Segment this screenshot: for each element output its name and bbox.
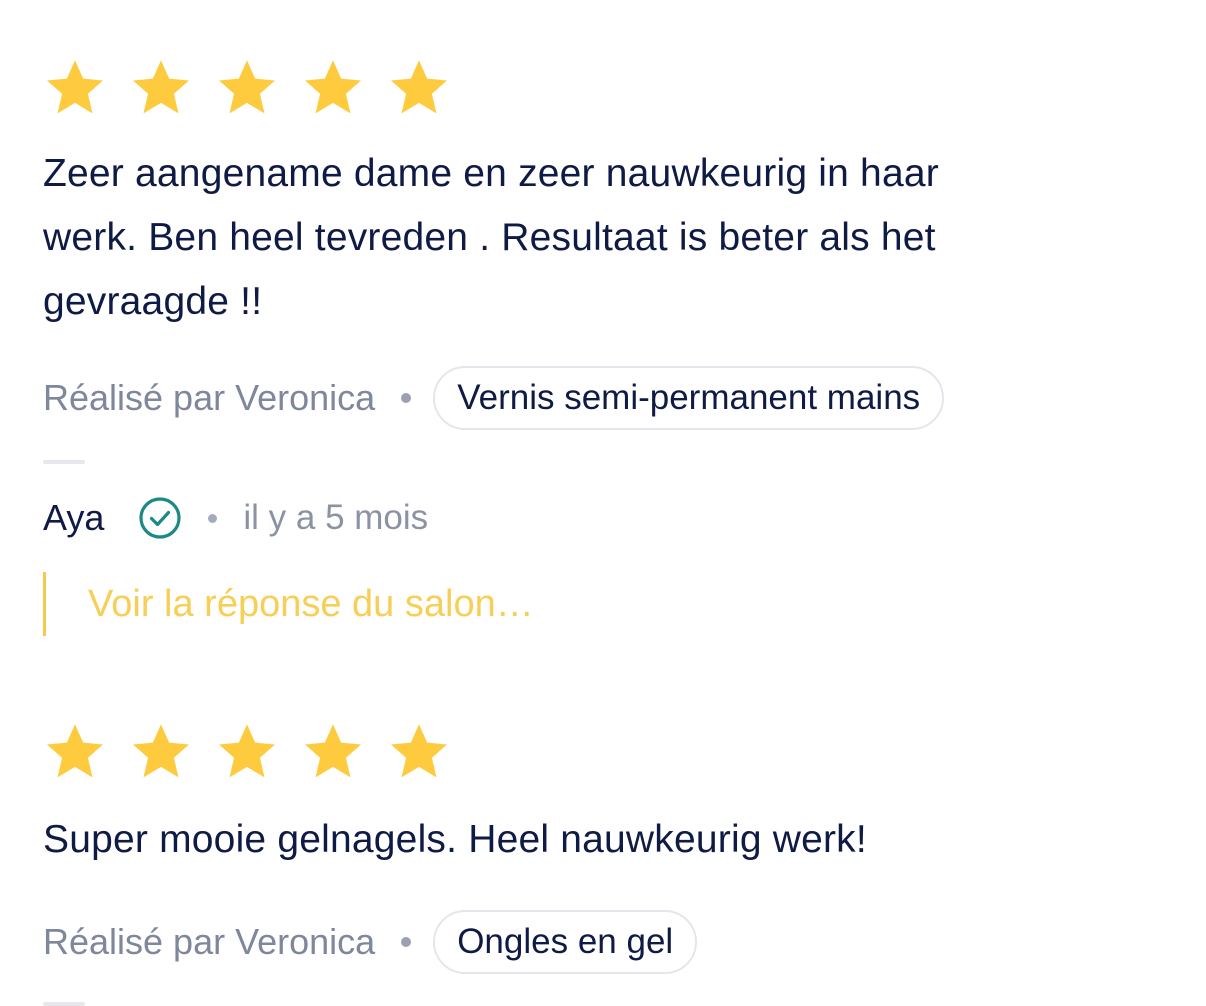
review-meta: Réalisé par Veronica Ongles en gel — [43, 910, 1043, 974]
star-icon — [387, 720, 451, 784]
divider — [43, 1002, 85, 1006]
star-rating — [43, 720, 1043, 784]
star-icon — [43, 720, 107, 784]
author-name: Aya — [43, 497, 105, 538]
star-icon — [129, 720, 193, 784]
service-chip[interactable]: Vernis semi-permanent mains — [433, 366, 945, 430]
star-icon — [215, 56, 279, 120]
star-icon — [387, 56, 451, 120]
star-icon — [215, 720, 279, 784]
author-row: Aya il y a 5 mois — [43, 494, 1043, 542]
review-card: Super mooie gelnagels. Heel nauwkeurig w… — [43, 720, 1043, 1006]
star-icon — [301, 720, 365, 784]
divider — [43, 460, 85, 464]
star-icon — [129, 56, 193, 120]
separator-dot — [208, 513, 218, 523]
review-text: Zeer aangename dame en zeer nauwkeurig i… — [43, 152, 939, 323]
separator-dot — [401, 937, 412, 947]
performer-label: Réalisé par Veronica — [43, 921, 376, 962]
see-salon-reply-link[interactable]: Voir la réponse du salon… — [88, 583, 534, 626]
service-chip[interactable]: Ongles en gel — [433, 910, 698, 974]
review-card: Zeer aangename dame en zeer nauwkeurig i… — [43, 56, 1043, 636]
separator-dot — [401, 393, 412, 403]
star-rating — [43, 56, 1043, 120]
star-icon — [43, 56, 107, 120]
review-text: Super mooie gelnagels. Heel nauwkeurig w… — [43, 818, 867, 861]
star-icon — [301, 56, 365, 120]
review-meta: Réalisé par Veronica Vernis semi-permane… — [43, 366, 1043, 430]
review-date: il y a 5 mois — [243, 498, 429, 537]
check-circle-icon — [138, 496, 182, 540]
salon-reply: Voir la réponse du salon… — [43, 572, 1043, 636]
performer-label: Réalisé par Veronica — [43, 377, 376, 418]
